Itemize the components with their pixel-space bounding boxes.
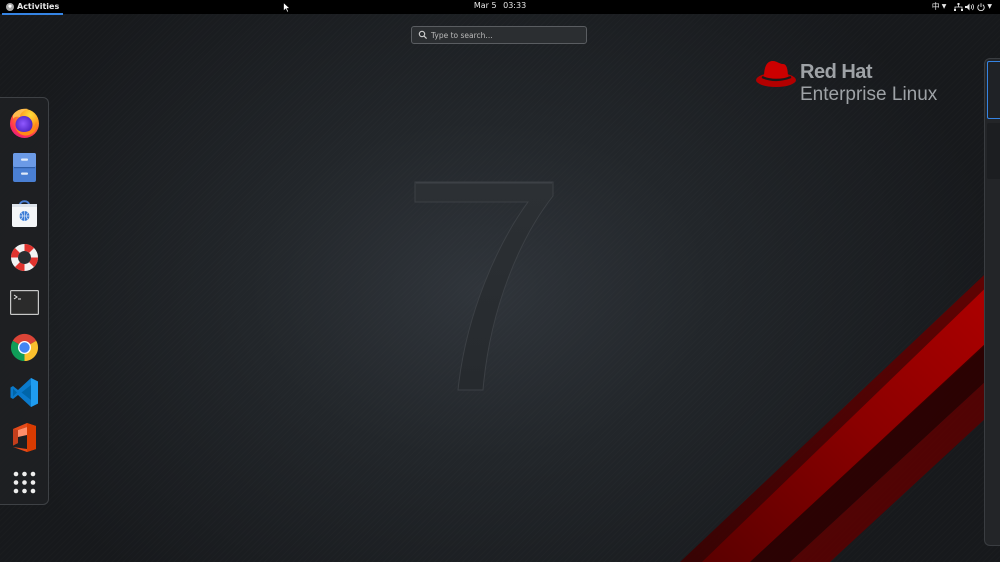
vscode-icon (10, 378, 38, 407)
office-icon (13, 423, 36, 452)
dash-item-firefox[interactable] (8, 106, 41, 139)
product-name: Enterprise Linux (800, 84, 938, 105)
file-cabinet-icon (13, 153, 36, 182)
software-bag-icon (12, 200, 37, 227)
system-tray: 中 ▼ ▼ (932, 1, 992, 12)
workspace-thumbnail-1[interactable] (987, 61, 1000, 119)
clock-time: 03:33 (503, 1, 527, 10)
search-input[interactable] (431, 30, 581, 40)
dash-item-software[interactable] (8, 196, 41, 229)
workspace-thumbnail-2[interactable] (987, 123, 1000, 179)
workspace-switcher (984, 58, 1000, 546)
dash-item-chrome[interactable] (8, 331, 41, 364)
dash-item-files[interactable] (8, 151, 41, 184)
app-grid-icon (13, 471, 36, 494)
mouse-cursor-icon (283, 2, 291, 13)
input-method-menu[interactable]: 中 ▼ (932, 1, 947, 12)
clock[interactable]: Mar 5 03:33 (0, 1, 1000, 10)
show-applications-button[interactable] (8, 466, 41, 499)
dash-item-office[interactable] (8, 421, 41, 454)
system-menu[interactable]: ▼ (954, 2, 992, 11)
search-entry[interactable] (411, 26, 587, 44)
redhat-hat-icon (756, 61, 796, 87)
chevron-down-icon: ▼ (941, 3, 947, 10)
top-bar: Activities Mar 5 03:33 中 ▼ ▼ (0, 0, 1000, 15)
dash-item-vscode[interactable] (8, 376, 41, 409)
terminal-icon (10, 290, 39, 315)
input-method-label: 中 (931, 2, 940, 11)
red-stripes-decoration (680, 260, 1000, 562)
dash-item-terminal[interactable] (8, 286, 41, 319)
dash (0, 97, 49, 505)
firefox-icon (10, 108, 39, 138)
volume-icon (965, 3, 975, 10)
dash-item-help[interactable] (8, 241, 41, 274)
chevron-down-icon: ▼ (987, 3, 992, 10)
chrome-icon (10, 333, 39, 362)
version-seven-watermark (414, 181, 554, 391)
brand-name: Red Hat (800, 61, 873, 83)
clock-date: Mar 5 (473, 1, 497, 10)
network-icon (954, 2, 964, 11)
search-icon (418, 30, 428, 40)
lifebuoy-icon (11, 244, 38, 271)
redhat-logo: Red Hat Enterprise Linux (755, 58, 965, 110)
power-icon (977, 2, 986, 11)
